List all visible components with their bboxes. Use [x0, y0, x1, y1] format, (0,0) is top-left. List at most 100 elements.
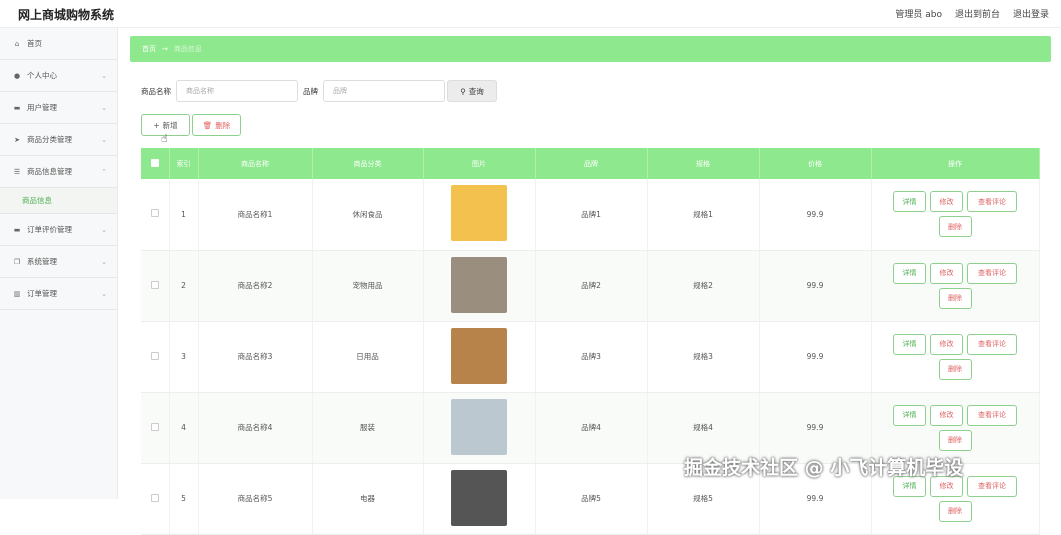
detail-button[interactable]: 详情 [893, 262, 926, 284]
sidebar-item-orders[interactable]: ▥ 订单管理 ⌄ [0, 278, 117, 310]
top-bar: 网上商城购物系统 管理员 abo 退出到前台 退出登录 [0, 0, 1061, 28]
header-category: 商品分类 [312, 148, 424, 179]
monitor-icon: ▬ [13, 225, 21, 234]
sidebar-item-label: 商品分类管理 [27, 135, 72, 144]
sidebar-item-label: 用户管理 [27, 103, 57, 112]
row-ops: 详情 修改 查看评论删除 [871, 321, 1040, 393]
detail-button[interactable]: 详情 [893, 404, 926, 426]
sidebar-item-label: 商品信息管理 [27, 167, 72, 176]
list-icon: ☰ [13, 167, 21, 176]
row-delete-button[interactable]: 删除 [938, 358, 972, 380]
sidebar-item-label: 订单管理 [27, 289, 57, 298]
row-spec: 规格3 [647, 321, 760, 393]
row-name: 商品名称4 [198, 392, 313, 464]
sidebar-item-label: 系统管理 [27, 257, 57, 266]
product-name-input[interactable]: 商品名称 [176, 80, 298, 102]
view-comments-button[interactable]: 查看评论 [967, 404, 1017, 426]
brand-label: 品牌 [303, 86, 318, 96]
chevron-down-icon: ⌄ [101, 290, 107, 298]
product-image [451, 185, 507, 242]
search-button[interactable]: ⚲ 查询 [447, 80, 497, 102]
row-checkbox[interactable] [141, 392, 170, 464]
product-image [451, 256, 507, 313]
search-icon: ⚲ [460, 86, 466, 96]
sidebar-item-category[interactable]: ➤ 商品分类管理 ⌄ [0, 124, 117, 156]
sidebar: ⌂ 首页 ● 个人中心 ⌄ ▬ 用户管理 ⌄ ➤ 商品分类管理 ⌄ ☰ 商品信息管理 ⌃ 商品信息… [0, 28, 118, 499]
header-index: 索引 [169, 148, 199, 179]
user-icon: ● [13, 71, 21, 80]
view-comments-button[interactable]: 查看评论 [967, 333, 1017, 355]
send-icon: ➤ [14, 135, 20, 144]
detail-button[interactable]: 详情 [893, 191, 926, 213]
row-delete-button[interactable]: 删除 [938, 287, 972, 309]
detail-button[interactable]: 详情 [893, 333, 926, 355]
sidebar-item-product-info[interactable]: ☰ 商品信息管理 ⌃ [0, 156, 117, 188]
exit-to-frontend-link[interactable]: 退出到前台 [955, 7, 1000, 20]
header-image: 图片 [423, 148, 536, 179]
row-delete-button[interactable]: 删除 [938, 500, 972, 522]
header-ops: 操作 [871, 148, 1040, 179]
row-name: 商品名称1 [198, 179, 313, 251]
batch-delete-button[interactable]: 🗑 删除 [192, 114, 241, 136]
row-category: 休闲食品 [312, 179, 424, 251]
edit-button[interactable]: 修改 [930, 262, 963, 284]
table-header-row: 索引 商品名称 商品分类 图片 品牌 规格 价格 操作 [141, 148, 1040, 179]
edit-button[interactable]: 修改 [930, 404, 963, 426]
sidebar-item-home[interactable]: ⌂ 首页 [0, 28, 117, 60]
sidebar-item-users[interactable]: ▬ 用户管理 ⌄ [0, 92, 117, 124]
chevron-down-icon: ⌄ [101, 258, 107, 266]
row-ops: 详情 修改 查看评论删除 [871, 179, 1040, 251]
product-image [451, 398, 507, 455]
delete-button-label: 删除 [215, 120, 231, 130]
view-comments-button[interactable]: 查看评论 [967, 475, 1017, 497]
breadcrumb-separator: → [162, 45, 168, 53]
row-category: 服装 [312, 392, 424, 464]
top-links: 管理员 abo 退出到前台 退出登录 [895, 7, 1049, 20]
row-index: 4 [169, 392, 199, 464]
sidebar-item-order-review[interactable]: ▬ 订单评价管理 ⌄ [0, 214, 117, 246]
sidebar-subitem-label: 商品信息 [22, 196, 52, 205]
chevron-up-icon: ⌃ [101, 168, 107, 176]
row-brand: 品牌2 [535, 250, 648, 322]
row-index: 3 [169, 321, 199, 393]
row-delete-button[interactable]: 删除 [938, 216, 972, 238]
edit-button[interactable]: 修改 [930, 333, 963, 355]
table-row: 2 商品名称2 宠物用品 品牌2 规格2 99.9 详情 修改 查看评论 删除 [141, 250, 1040, 322]
sidebar-item-label: 订单评价管理 [27, 225, 72, 234]
chart-icon: ▥ [13, 289, 21, 298]
breadcrumb-home[interactable]: 首页 [142, 44, 156, 54]
sidebar-item-label: 个人中心 [27, 71, 57, 80]
table-row: 3 商品名称3 日用品 品牌3 规格3 99.9 详情 修改 查看评论 删除 [141, 321, 1040, 393]
row-checkbox[interactable] [141, 321, 170, 393]
row-name: 商品名称3 [198, 321, 313, 393]
monitor-icon: ▬ [13, 103, 21, 112]
row-index: 2 [169, 250, 199, 322]
row-image-cell [423, 179, 536, 251]
sidebar-item-profile[interactable]: ● 个人中心 ⌄ [0, 60, 117, 92]
header-price: 价格 [759, 148, 872, 179]
sidebar-item-system[interactable]: ❐ 系统管理 ⌄ [0, 246, 117, 278]
edit-button[interactable]: 修改 [930, 191, 963, 213]
row-checkbox[interactable] [141, 250, 170, 322]
search-button-label: 查询 [468, 86, 484, 96]
header-spec: 规格 [647, 148, 760, 179]
add-button-label: 新增 [162, 120, 178, 130]
row-brand: 品牌4 [535, 392, 648, 464]
row-name: 商品名称2 [198, 250, 313, 322]
breadcrumb-current: 商品信息 [173, 45, 202, 53]
sidebar-subitem-product[interactable]: 商品信息 [0, 188, 117, 214]
action-bar: + 新增 🗑 删除 [141, 114, 241, 136]
row-delete-button[interactable]: 删除 [938, 429, 972, 451]
search-bar: 商品名称 商品名称 品牌 品牌 ⚲ 查询 [141, 80, 497, 102]
product-image [451, 327, 507, 384]
admin-user-label: 管理员 abo [895, 10, 942, 20]
view-comments-button[interactable]: 查看评论 [967, 191, 1017, 213]
select-all-checkbox[interactable] [141, 148, 170, 179]
breadcrumb: 首页 → 商品信息 [130, 36, 1051, 62]
row-checkbox[interactable] [141, 179, 170, 251]
brand-input[interactable]: 品牌 [323, 80, 445, 102]
logout-link[interactable]: 退出登录 [1013, 7, 1049, 20]
app-title: 网上商城购物系统 [18, 8, 115, 22]
view-comments-button[interactable]: 查看评论 [967, 262, 1017, 284]
row-category: 宠物用品 [312, 250, 424, 322]
